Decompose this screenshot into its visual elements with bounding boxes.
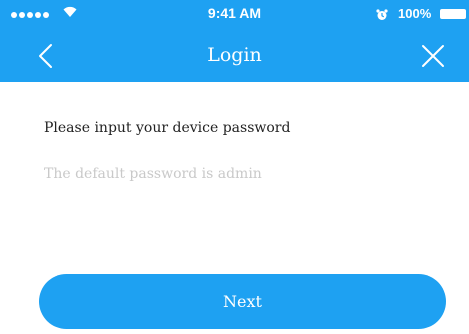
page-title: Login <box>207 44 262 66</box>
status-bar: 9:41 AM 100% <box>0 0 469 28</box>
battery-icon <box>440 9 466 19</box>
battery-percent: 100% <box>398 6 432 21</box>
close-icon[interactable] <box>420 43 446 69</box>
header: 9:41 AM 100% Login <box>0 0 469 82</box>
next-button[interactable]: Next <box>39 274 446 329</box>
alarm-icon <box>376 9 388 20</box>
back-chevron-icon[interactable] <box>36 42 56 70</box>
password-input[interactable] <box>44 158 424 190</box>
password-prompt-label: Please input your device password <box>44 120 291 136</box>
